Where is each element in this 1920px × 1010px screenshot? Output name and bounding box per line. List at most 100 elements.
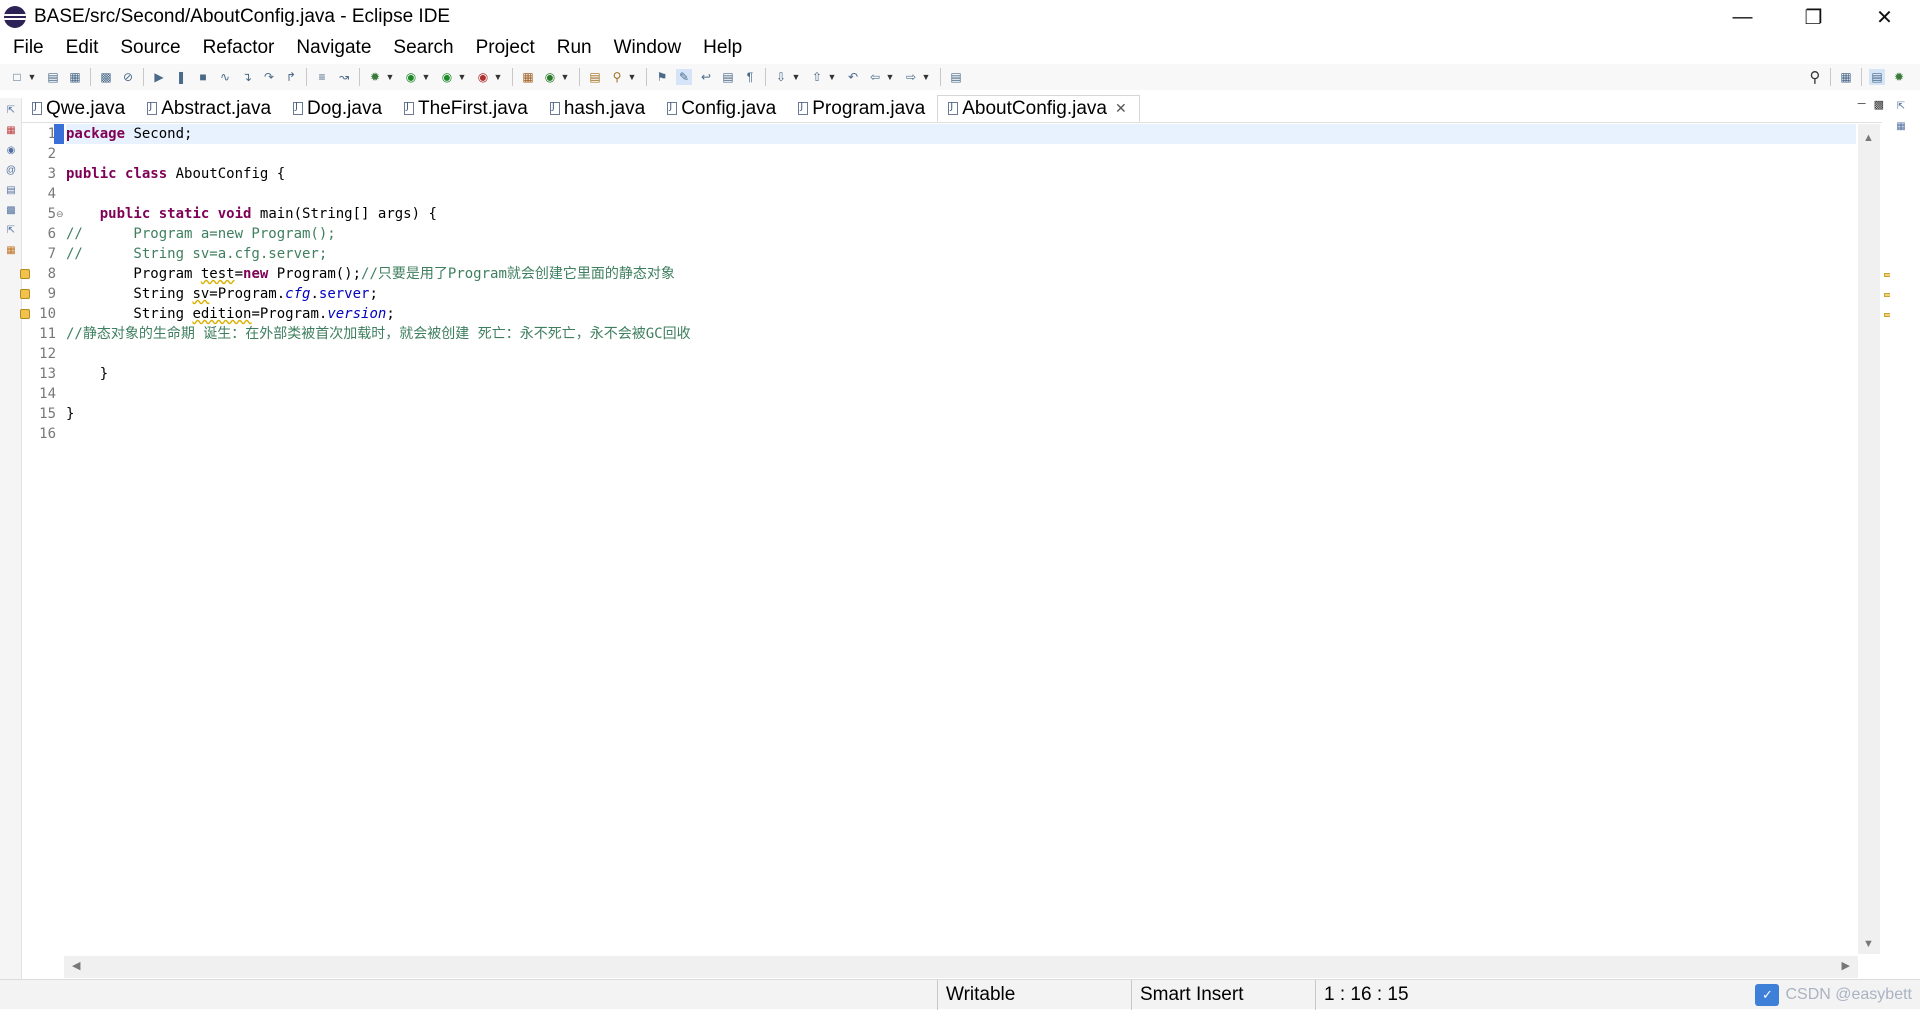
minimize-button[interactable]: — (1707, 0, 1778, 34)
restore-view-icon[interactable]: ⇱ (4, 224, 18, 238)
resume-icon[interactable]: ▶ (151, 69, 167, 85)
menu-search[interactable]: Search (382, 37, 464, 59)
forward-icon[interactable]: ⇨ (903, 69, 919, 85)
tab-config-java[interactable]: Config.java (657, 95, 788, 122)
outline-icon[interactable]: ▦ (4, 244, 18, 258)
skip-breakpoints-icon[interactable]: ⊘ (120, 69, 136, 85)
menu-source[interactable]: Source (109, 37, 191, 59)
tab-abstract-java[interactable]: Abstract.java (137, 95, 283, 122)
debug-icon[interactable]: ✹ (367, 69, 383, 85)
tab-program-java[interactable]: Program.java (788, 95, 937, 122)
new-java-package-icon[interactable]: ▦ (520, 69, 536, 85)
menu-edit[interactable]: Edit (55, 37, 110, 59)
code-line[interactable]: public class AboutConfig { (66, 164, 1856, 184)
java-perspective-icon[interactable]: ▤ (1869, 69, 1885, 85)
block-selection-icon[interactable]: ▤ (720, 69, 736, 85)
tab-aboutconfig-java[interactable]: AboutConfig.java ✕ (937, 95, 1140, 122)
mark-occurrences-icon[interactable]: ✎ (676, 69, 692, 85)
new-java-class-icon[interactable]: ◉ (542, 69, 558, 85)
forward-dropdown-icon[interactable]: ▼ (922, 69, 931, 85)
previous-annotation-icon[interactable]: ⇧ (809, 69, 825, 85)
open-perspective-icon[interactable]: ▦ (1838, 69, 1854, 85)
close-tab-icon[interactable]: ✕ (1115, 100, 1127, 117)
type-hierarchy-icon[interactable]: ◉ (4, 144, 18, 158)
tab-hash-java[interactable]: hash.java (540, 95, 657, 122)
back-icon[interactable]: ⇦ (867, 69, 883, 85)
package-explorer-icon[interactable]: ▦ (4, 124, 18, 138)
restore-view-icon[interactable]: ⇱ (4, 104, 18, 118)
tab-qwe-java[interactable]: Qwe.java (22, 95, 137, 122)
tab-thefirst-java[interactable]: TheFirst.java (394, 95, 540, 122)
next-annotation-dropdown-icon[interactable]: ▼ (792, 69, 801, 85)
menu-window[interactable]: Window (603, 37, 693, 59)
code-line[interactable]: Program test=new Program();//只要是用了Progra… (66, 264, 1856, 284)
word-wrap-icon[interactable]: ↩ (698, 69, 714, 85)
code-line[interactable]: String sv=Program.cfg.server; (66, 284, 1856, 304)
coverage-icon[interactable]: ◉ (439, 69, 455, 85)
search-dropdown-icon[interactable]: ▼ (628, 69, 637, 85)
tab-dog-java[interactable]: Dog.java (283, 95, 394, 122)
outline-view-icon[interactable]: ▦ (1894, 120, 1908, 134)
scroll-up-icon[interactable]: ▲ (1863, 132, 1874, 144)
menu-navigate[interactable]: Navigate (285, 37, 382, 59)
previous-annotation-dropdown-icon[interactable]: ▼ (828, 69, 837, 85)
menu-run[interactable]: Run (546, 37, 603, 59)
warning-marker-icon[interactable] (20, 289, 30, 299)
terminal-icon[interactable]: ▩ (98, 69, 114, 85)
disconnect-icon[interactable]: ∿ (217, 69, 233, 85)
next-annotation-icon[interactable]: ⇩ (773, 69, 789, 85)
warning-marker-icon[interactable] (20, 309, 30, 319)
open-type-icon[interactable]: ▤ (587, 69, 603, 85)
step-into-icon[interactable]: ↴ (239, 69, 255, 85)
last-edit-location-icon[interactable]: ↶ (845, 69, 861, 85)
new-dropdown-icon[interactable]: ▼ (28, 69, 37, 85)
back-dropdown-icon[interactable]: ▼ (886, 69, 895, 85)
code-line[interactable] (66, 184, 1856, 204)
code-line[interactable]: package Second; (54, 124, 1856, 144)
menu-file[interactable]: File (2, 37, 55, 59)
scroll-left-icon[interactable]: ◀ (72, 959, 80, 972)
code-line[interactable]: } (66, 404, 1856, 424)
search-toolbar-icon[interactable]: ⚲ (609, 69, 625, 85)
code-line[interactable]: String edition=Program.version; (66, 304, 1856, 324)
step-return-icon[interactable]: ↱ (283, 69, 299, 85)
drop-to-frame-icon[interactable]: ≡ (314, 69, 330, 85)
scroll-down-icon[interactable]: ▼ (1863, 938, 1874, 950)
save-all-icon[interactable]: ▦ (67, 69, 83, 85)
fold-toggle-icon[interactable]: ⊖ (56, 204, 64, 224)
code-line[interactable]: // Program a=new Program(); (66, 224, 1856, 244)
run-dropdown-icon[interactable]: ▼ (422, 69, 431, 85)
debug-perspective-icon[interactable]: ✹ (1891, 69, 1907, 85)
debug-dropdown-icon[interactable]: ▼ (386, 69, 395, 85)
code-text-area[interactable]: package Second; public class AboutConfig… (54, 124, 1856, 954)
run-icon[interactable]: ◉ (403, 69, 419, 85)
minimize-editor-icon[interactable]: ─ (1858, 98, 1866, 111)
restore-button[interactable]: ❐ (1778, 0, 1849, 34)
step-over-icon[interactable]: ↷ (261, 69, 277, 85)
terminate-icon[interactable]: ■ (195, 69, 211, 85)
menu-project[interactable]: Project (465, 37, 546, 59)
code-editor[interactable]: 1 2 3 4 5 ⊖ 6 7 8 9 10 11 12 13 14 15 16… (20, 124, 1882, 954)
javadoc-icon[interactable]: @ (4, 164, 18, 178)
maximize-editor-icon[interactable]: ▩ (1874, 98, 1884, 111)
new-class-dropdown-icon[interactable]: ▼ (561, 69, 570, 85)
code-line[interactable]: } (66, 364, 1856, 384)
console-icon[interactable]: ▩ (4, 204, 18, 218)
code-line[interactable] (66, 144, 1856, 164)
code-line[interactable]: public static void main(String[] args) { (66, 204, 1856, 224)
code-line[interactable]: //静态对象的生命期 诞生：在外部类被首次加载时，就会被创建 死亡：永不死亡，永… (66, 324, 1856, 344)
external-tools-dropdown-icon[interactable]: ▼ (494, 69, 503, 85)
save-icon[interactable]: ▤ (45, 69, 61, 85)
restore-view-icon[interactable]: ⇱ (1894, 100, 1908, 114)
coverage-dropdown-icon[interactable]: ▼ (458, 69, 467, 85)
code-line[interactable]: // String sv=a.cfg.server; (66, 244, 1856, 264)
external-tools-icon[interactable]: ◉ (475, 69, 491, 85)
declaration-icon[interactable]: ▤ (4, 184, 18, 198)
warning-marker-icon[interactable] (20, 269, 30, 279)
menu-refactor[interactable]: Refactor (192, 37, 286, 59)
search-icon[interactable]: ⚲ (1807, 69, 1823, 86)
code-line[interactable] (66, 344, 1856, 364)
pin-editor-icon[interactable]: ▤ (948, 69, 964, 85)
menu-help[interactable]: Help (692, 37, 753, 59)
toggle-breadcrumb-icon[interactable]: ⚑ (654, 69, 670, 85)
